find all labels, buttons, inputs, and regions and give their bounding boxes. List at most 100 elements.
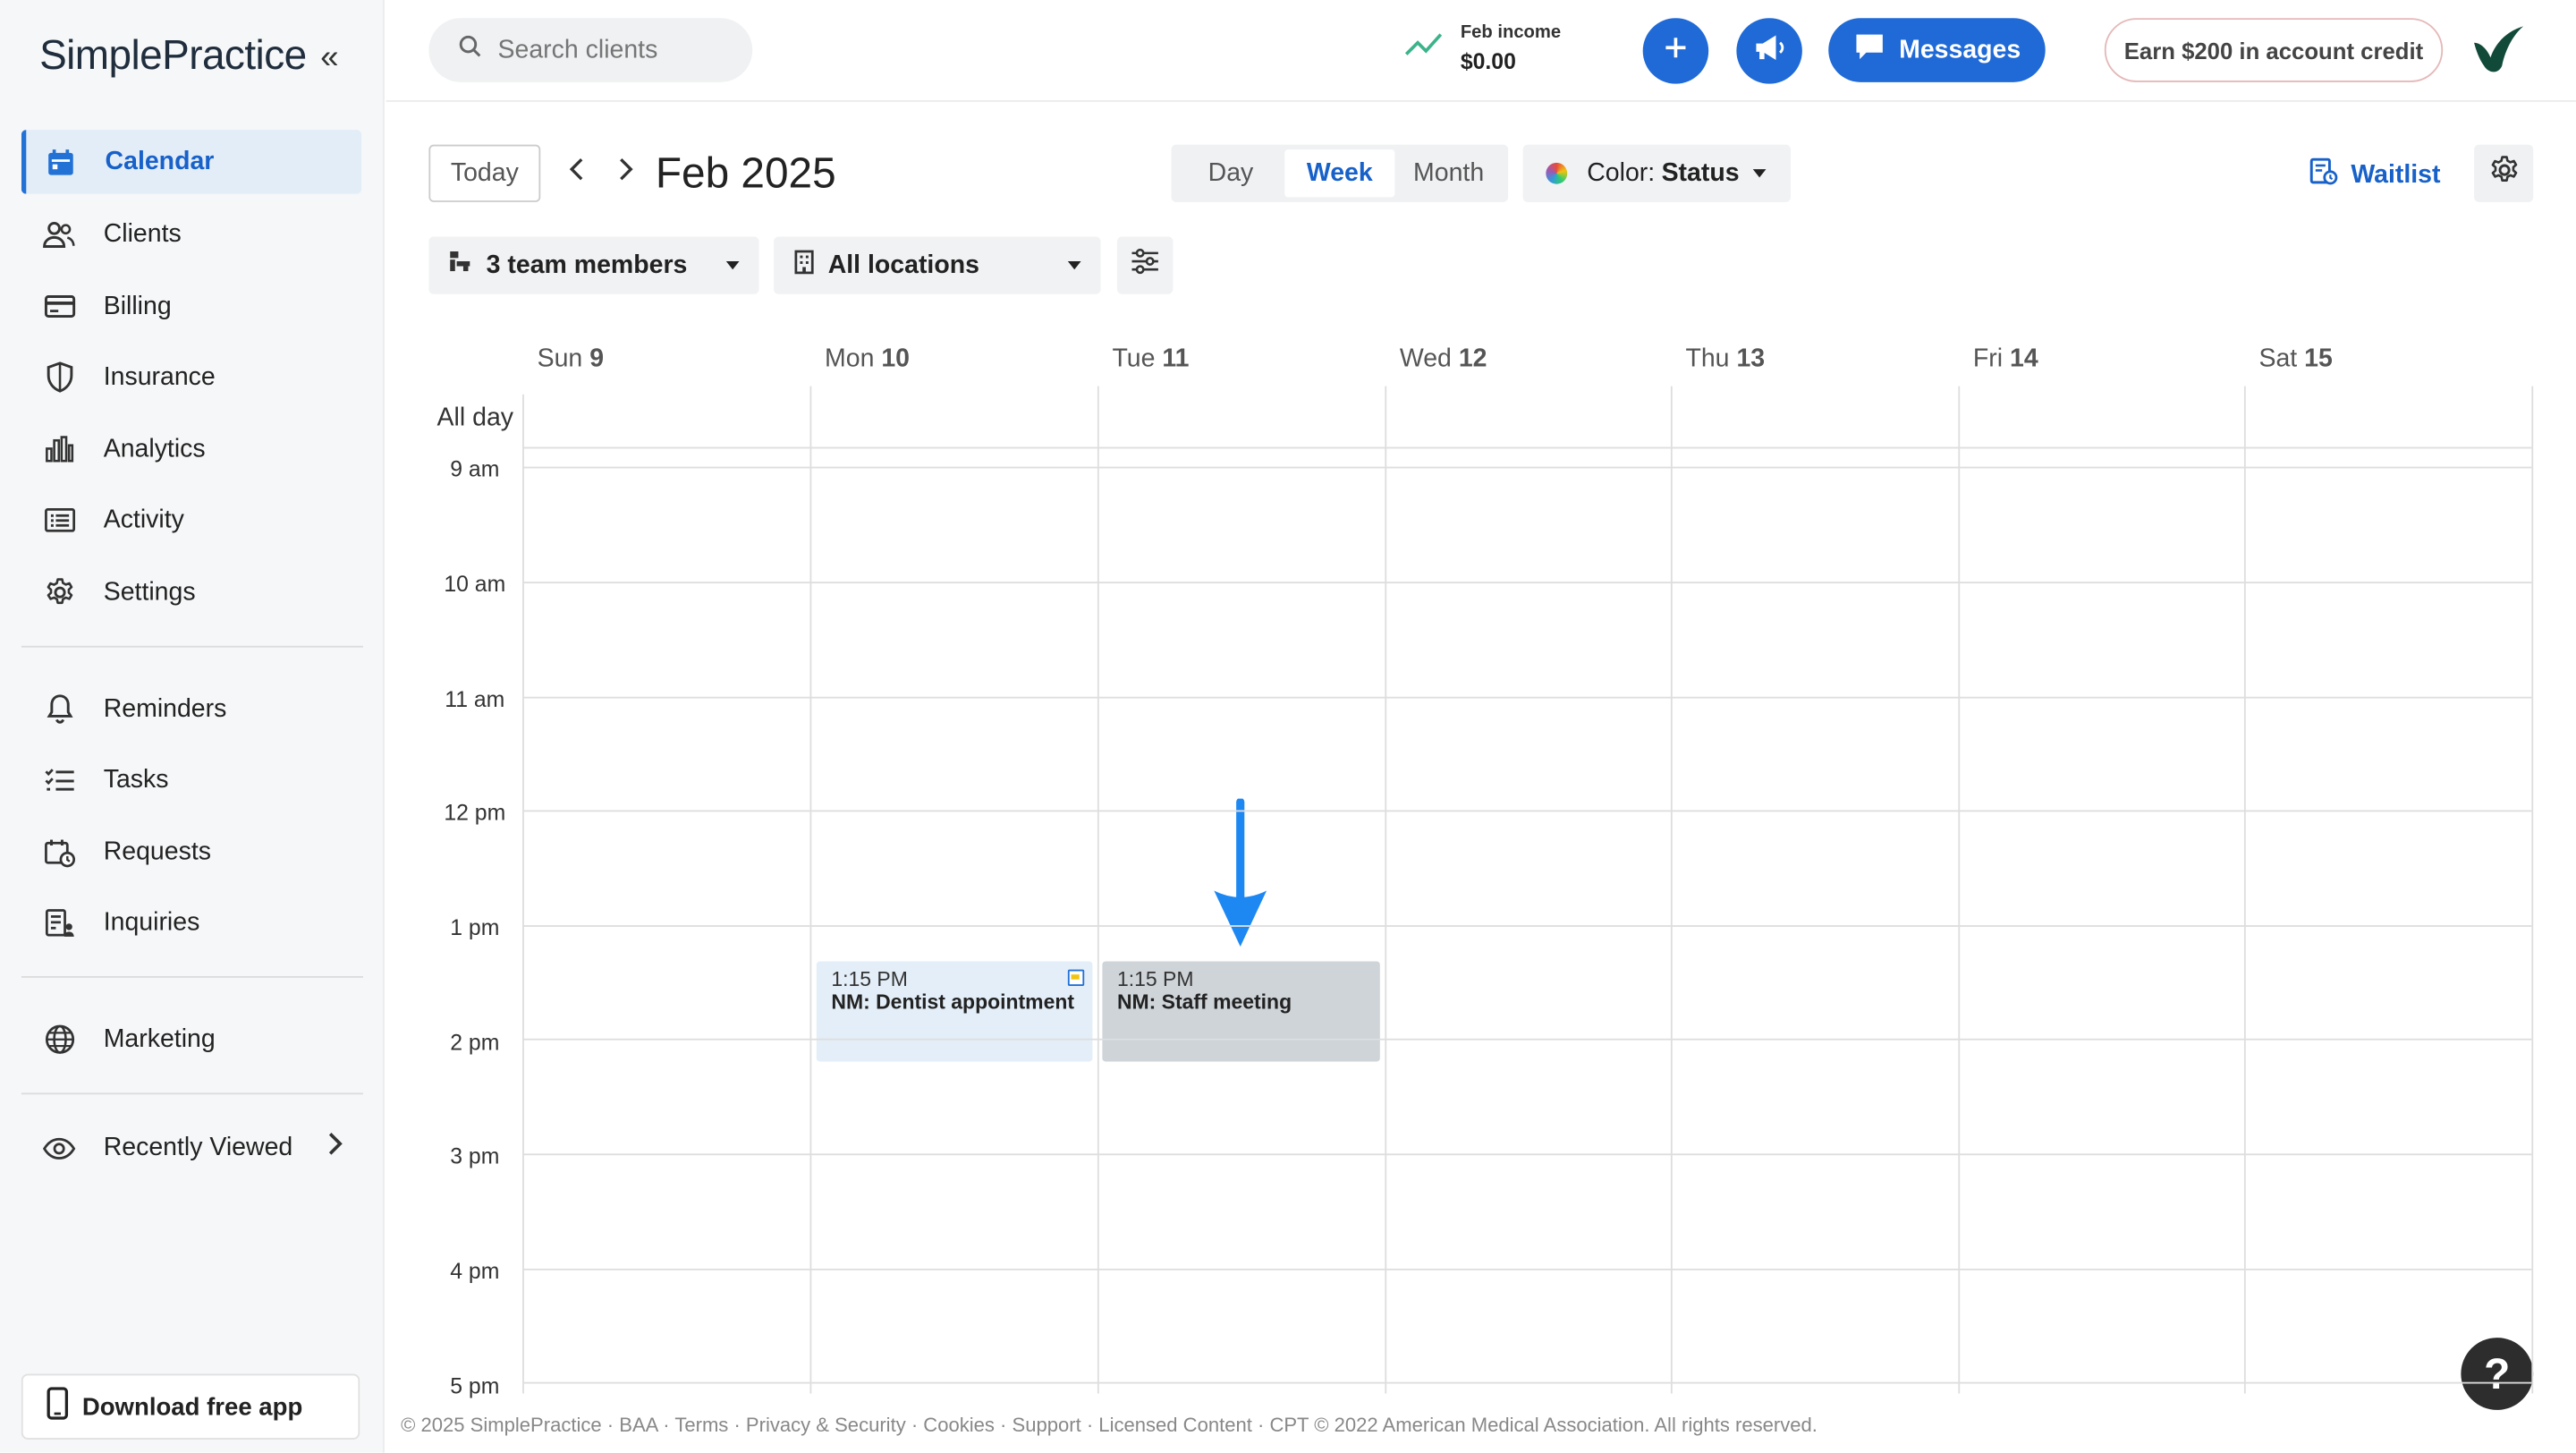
grid-column-line: [1958, 386, 1961, 1394]
day-header-sun[interactable]: Sun 9: [538, 345, 604, 375]
color-wheel-icon: [1546, 162, 1568, 184]
view-month-tab[interactable]: Month: [1394, 149, 1504, 197]
color-label: Color:: [1587, 158, 1656, 187]
search-box[interactable]: [428, 18, 753, 82]
next-week-button[interactable]: [608, 151, 644, 194]
collapse-sidebar-icon[interactable]: «: [320, 39, 338, 77]
grid-row-line: [522, 810, 2532, 812]
account-avatar[interactable]: [2470, 23, 2526, 88]
locations-dropdown[interactable]: All locations: [774, 236, 1101, 294]
sidebar-item-label: Inquiries: [103, 907, 200, 937]
create-button[interactable]: [1642, 18, 1709, 84]
sidebar-item-billing[interactable]: Billing: [21, 275, 361, 339]
help-button[interactable]: ?: [2461, 1338, 2534, 1410]
sidebar-item-insurance[interactable]: Insurance: [21, 345, 361, 410]
sidebar-item-clients[interactable]: Clients: [21, 202, 361, 267]
calendar-settings-button[interactable]: [2474, 144, 2534, 202]
sidebar-item-reminders[interactable]: Reminders: [21, 677, 361, 742]
color-status-dropdown[interactable]: Color: Status: [1522, 144, 1792, 202]
pointer-arrow-icon: [1211, 797, 1270, 958]
waitlist-label: Waitlist: [2351, 160, 2441, 189]
filter-settings-button[interactable]: [1116, 236, 1174, 294]
sidebar-item-settings[interactable]: Settings: [21, 560, 361, 625]
earn-credit-button[interactable]: Earn $200 in account credit: [2104, 18, 2444, 82]
day-header-wed[interactable]: Wed 12: [1400, 345, 1487, 375]
grid-column-line: [1385, 386, 1387, 1394]
sidebar-item-activity[interactable]: Activity: [21, 488, 361, 552]
messages-button[interactable]: Messages: [1828, 18, 2046, 82]
color-value: Status: [1661, 158, 1740, 187]
building-icon: [793, 249, 815, 282]
view-week-tab[interactable]: Week: [1284, 149, 1394, 198]
google-calendar-icon: [1067, 969, 1085, 987]
bell-icon: [41, 691, 77, 726]
grid-row-line: [522, 925, 2532, 927]
header-divider: [386, 100, 2576, 102]
plus-icon: [1665, 35, 1688, 66]
grid-column-line: [1097, 386, 1099, 1394]
search-input[interactable]: [497, 35, 728, 65]
calendar-clock-icon: [41, 834, 77, 870]
view-day-tab[interactable]: Day: [1176, 149, 1285, 197]
caret-down-icon: [725, 261, 740, 270]
sidebar-item-label: Clients: [103, 219, 182, 248]
download-app-button[interactable]: Download free app: [21, 1373, 360, 1440]
locations-label: All locations: [827, 251, 979, 279]
calendar-icon: [43, 144, 79, 180]
month-title: Feb 2025: [655, 148, 836, 198]
bar-chart-icon: [41, 431, 77, 467]
grid-column-line: [809, 386, 812, 1394]
waitlist-button[interactable]: Waitlist: [2309, 156, 2441, 193]
footer-text: © 2025 SimplePractice · BAA · Terms · Pr…: [401, 1413, 1818, 1437]
download-app-label: Download free app: [81, 1392, 303, 1421]
announcements-button[interactable]: [1736, 18, 1802, 84]
event-title: NM: Staff meeting: [1116, 990, 1292, 1015]
brand-logo[interactable]: SimplePractice: [39, 33, 307, 81]
sidebar-item-label: Analytics: [103, 434, 206, 463]
today-button[interactable]: Today: [428, 144, 541, 202]
credit-card-icon: [41, 288, 77, 324]
time-label: 3 pm: [450, 1143, 500, 1168]
sidebar-item-label: Requests: [103, 837, 211, 866]
caret-down-icon: [1067, 261, 1081, 270]
sidebar-item-label: Settings: [103, 577, 196, 606]
sidebar-item-label: Tasks: [103, 764, 169, 794]
day-header-sat[interactable]: Sat 15: [2258, 345, 2332, 375]
sidebar-item-marketing[interactable]: Marketing: [21, 1007, 361, 1072]
time-label: 10 am: [444, 572, 506, 597]
inquiry-icon: [41, 905, 77, 940]
sidebar-item-requests[interactable]: Requests: [21, 820, 361, 885]
income-summary[interactable]: Feb income $0.00: [1404, 20, 1561, 75]
sliders-icon: [1131, 248, 1160, 283]
prev-week-button[interactable]: [558, 151, 594, 194]
day-header-fri[interactable]: Fri 14: [1973, 345, 2038, 375]
grid-column-line: [1670, 386, 1673, 1394]
time-label: 9 am: [450, 456, 500, 482]
sidebar-item-label: Recently Viewed: [103, 1133, 293, 1161]
team-members-dropdown[interactable]: 3 team members: [428, 236, 759, 294]
sidebar-item-recently-viewed[interactable]: Recently Viewed: [21, 1116, 361, 1180]
sidebar-item-inquiries[interactable]: Inquiries: [21, 890, 361, 955]
phone-icon: [46, 1387, 69, 1426]
event-staff-meeting[interactable]: 1:15 PM NM: Staff meeting: [1102, 961, 1380, 1062]
sidebar-item-label: Activity: [103, 505, 184, 534]
sidebar-item-calendar[interactable]: Calendar: [21, 130, 362, 194]
messages-label: Messages: [1899, 35, 2021, 64]
grid-column-line: [2531, 386, 2534, 1394]
sidebar-item-analytics[interactable]: Analytics: [21, 418, 361, 482]
sidebar-item-tasks[interactable]: Tasks: [21, 748, 361, 812]
time-label: 5 pm: [450, 1373, 500, 1399]
sidebar: SimplePractice « Calendar Clients Billin…: [0, 0, 385, 1453]
time-label: 1 pm: [450, 915, 500, 940]
gear-icon: [41, 574, 77, 610]
globe-icon: [41, 1022, 77, 1058]
view-switcher: Day Week Month: [1171, 144, 1509, 202]
day-header-tue[interactable]: Tue 11: [1112, 345, 1189, 375]
day-header-thu[interactable]: Thu 13: [1685, 345, 1765, 375]
day-header-mon[interactable]: Mon 10: [825, 345, 910, 375]
income-value: $0.00: [1460, 49, 1516, 74]
sidebar-divider: [21, 975, 363, 978]
income-label: Feb income: [1460, 22, 1562, 43]
grid-row-line: [522, 446, 2532, 449]
event-dentist-appointment[interactable]: 1:15 PM NM: Dentist appointment: [816, 961, 1093, 1062]
